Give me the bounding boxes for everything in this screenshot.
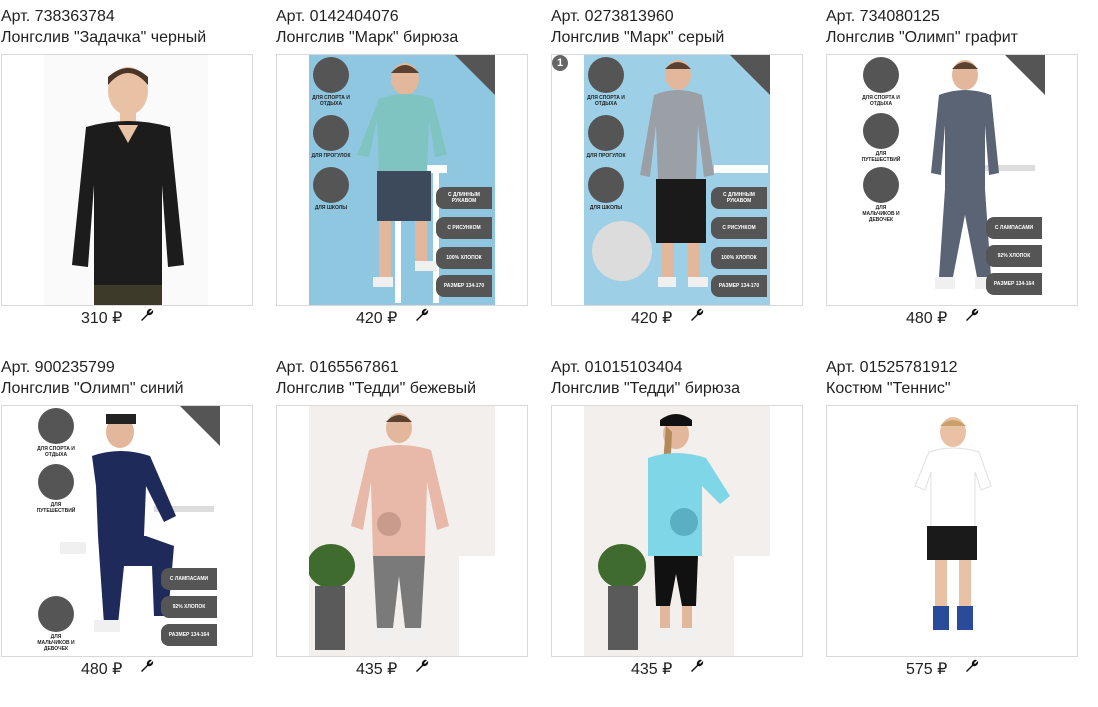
product-article: Арт. 0142404076: [276, 8, 399, 25]
run-icon: [313, 57, 349, 93]
product-image[interactable]: [1, 54, 253, 306]
price-row: 575 ₽: [826, 658, 1078, 680]
product-photo: ДЛЯ СПОРТА И ОТДЫХА ДЛЯ ПУТЕШЕСТВИЙ ДЛЯ …: [859, 55, 1045, 305]
wrench-icon[interactable]: [139, 658, 155, 674]
hit-badge: [180, 406, 220, 446]
product-name-link[interactable]: Лонгслив "Задачка" черный: [1, 27, 253, 48]
product-card: Арт. 0165567861 Лонгслив "Тедди" бежевый…: [276, 357, 528, 678]
product-price: 420 ₽: [631, 310, 673, 327]
product-image[interactable]: ДЛЯ СПОРТА И ОТДЫХА ДЛЯ ПРОГУЛОК ДЛЯ ШКО…: [276, 54, 528, 306]
product-image[interactable]: [826, 405, 1078, 657]
wrench-icon[interactable]: [414, 658, 430, 674]
product-article: Арт. 900235799: [1, 359, 115, 376]
run-icon: [588, 57, 624, 93]
wrench-icon[interactable]: [689, 307, 705, 323]
product-photo: [584, 406, 770, 656]
hit-badge: [730, 55, 770, 95]
product-photo: ДЛЯ СПОРТА И ОТДЫХА ДЛЯ ПРОГУЛОК ДЛЯ ШКО…: [309, 55, 495, 305]
school-icon: [588, 167, 624, 203]
price-row: 480 ₽: [1, 658, 253, 680]
product-image[interactable]: ДЛЯ СПОРТА И ОТДЫХА ДЛЯ ПУТЕШЕСТВИЙ ДЛЯ …: [1, 405, 253, 657]
price-row: 480 ₽: [826, 307, 1078, 329]
product-article: Арт. 01525781912: [826, 359, 958, 376]
product-price: 480 ₽: [81, 661, 123, 678]
product-photo: [309, 406, 495, 656]
product-image[interactable]: [551, 405, 803, 657]
product-image[interactable]: ДЛЯ СПОРТА И ОТДЫХА ДЛЯ ПУТЕШЕСТВИЙ ДЛЯ …: [826, 54, 1078, 306]
wrench-icon[interactable]: [964, 658, 980, 674]
wrench-icon[interactable]: [414, 307, 430, 323]
product-card: Арт. 900235799 Лонгслив "Олимп" синий ДЛ…: [1, 357, 253, 678]
plane-icon: [38, 464, 74, 500]
product-name-link[interactable]: Лонгслив "Тедди" бирюза: [551, 378, 803, 399]
product-price: 480 ₽: [906, 310, 948, 327]
product-image[interactable]: ДЛЯ СПОРТА И ОТДЫХА ДЛЯ ПРОГУЛОК ДЛЯ ШКО…: [551, 54, 803, 306]
product-price: 435 ₽: [356, 661, 398, 678]
product-name-link[interactable]: Костюм "Теннис": [826, 378, 1078, 399]
product-article: Арт. 738363784: [1, 8, 115, 25]
walk-icon: [313, 115, 349, 151]
product-price: 575 ₽: [906, 661, 948, 678]
run-icon: [863, 57, 899, 93]
product-photo: ДЛЯ СПОРТА И ОТДЫХА ДЛЯ ПУТЕШЕСТВИЙ ДЛЯ …: [34, 406, 220, 656]
plane-icon: [863, 113, 899, 149]
walk-icon: [588, 115, 624, 151]
product-price: 435 ₽: [631, 661, 673, 678]
product-article: Арт. 01015103404: [551, 359, 683, 376]
kids-icon: [38, 596, 74, 632]
wrench-icon[interactable]: [689, 658, 705, 674]
wrench-icon[interactable]: [964, 307, 980, 323]
price-row: 420 ₽: [276, 307, 528, 329]
price-row: 435 ₽: [276, 658, 528, 680]
product-article: Арт. 734080125: [826, 8, 940, 25]
product-card: Арт. 738363784 Лонгслив "Задачка" черный…: [1, 6, 253, 327]
product-card: Арт. 01525781912 Костюм "Теннис" 575 ₽: [826, 357, 1078, 678]
price-row: 420 ₽: [551, 307, 803, 329]
product-price: 420 ₽: [356, 310, 398, 327]
product-name-link[interactable]: Лонгслив "Олимп" синий: [1, 378, 253, 399]
hit-badge: [455, 55, 495, 95]
product-name-link[interactable]: Лонгслив "Марк" бирюза: [276, 27, 528, 48]
price-row: 310 ₽: [1, 307, 253, 329]
wrench-icon[interactable]: [139, 307, 155, 323]
product-name-link[interactable]: Лонгслив "Олимп" графит: [826, 27, 1078, 48]
price-row: 435 ₽: [551, 658, 803, 680]
product-photo: [869, 406, 1033, 656]
product-card: Арт. 0273813960 Лонгслив "Марк" серый ДЛ…: [551, 6, 803, 327]
product-card: Арт. 734080125 Лонгслив "Олимп" графит Д…: [826, 6, 1078, 327]
product-article: Арт. 0165567861: [276, 359, 399, 376]
product-price: 310 ₽: [81, 310, 123, 327]
school-icon: [313, 167, 349, 203]
image-count-badge: 1: [552, 55, 568, 71]
hit-badge: [1005, 55, 1045, 95]
product-article: Арт. 0273813960: [551, 8, 674, 25]
product-name-link[interactable]: Лонгслив "Тедди" бежевый: [276, 378, 528, 399]
product-card: Арт. 0142404076 Лонгслив "Марк" бирюза Д…: [276, 6, 528, 327]
product-card: Арт. 01015103404 Лонгслив "Тедди" бирюза: [551, 357, 803, 678]
run-icon: [38, 408, 74, 444]
product-photo: ДЛЯ СПОРТА И ОТДЫХА ДЛЯ ПРОГУЛОК ДЛЯ ШКО…: [584, 55, 770, 305]
kids-icon: [863, 167, 899, 203]
product-image[interactable]: [276, 405, 528, 657]
product-photo: [44, 55, 208, 305]
product-name-link[interactable]: Лонгслив "Марк" серый: [551, 27, 803, 48]
